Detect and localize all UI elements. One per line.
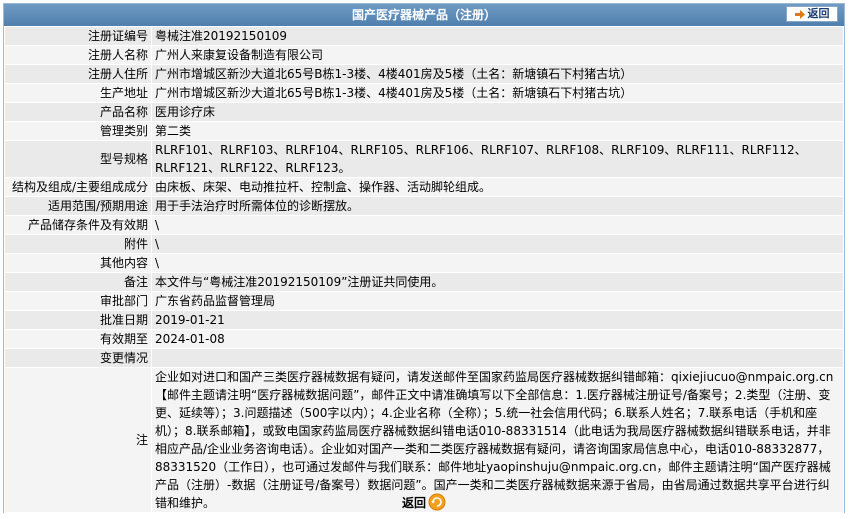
table-row: 有效期至 2024-01-08: [4, 329, 844, 349]
row-value: 广州市增城区新沙大道北65号B栋1-3楼、4楼401房及5楼（土名：新塘镇石下村…: [151, 83, 844, 103]
row-value: 本文件与“粤械注准20192150109”注册证共同使用。: [151, 272, 844, 292]
footer: 返回: [4, 490, 844, 514]
back-button-top-label: 返回: [807, 7, 830, 20]
table-row: 变更情况: [4, 348, 844, 368]
table-row: 结构及组成/主要组成成分 由床板、床架、电动推拉杆、控制盒、操作器、活动脚轮组成。: [4, 177, 844, 197]
page-title: 国产医疗器械产品（注册）: [351, 8, 496, 22]
row-label: 审批部门: [4, 291, 152, 311]
row-value: 粤械注准20192150109: [151, 26, 844, 46]
row-label: 型号规格: [4, 140, 152, 178]
row-value: 由床板、床架、电动推拉杆、控制盒、操作器、活动脚轮组成。: [151, 177, 844, 197]
table-row: 管理类别 第二类: [4, 121, 844, 141]
table-row: 其他内容 \: [4, 253, 844, 273]
table-row: 附件 \: [4, 234, 844, 254]
table-row: 产品名称 医用诊疗床: [4, 102, 844, 122]
panel-header: 国产医疗器械产品（注册） 返回: [4, 4, 844, 26]
row-label: 结构及组成/主要组成成分: [4, 177, 152, 197]
row-label: 产品名称: [4, 102, 152, 122]
row-value: 广州人来康复设备制造有限公司: [151, 45, 844, 65]
row-label: 管理类别: [4, 121, 152, 141]
row-label: 批准日期: [4, 310, 152, 330]
info-table: 注册证编号 粤械注准20192150109 注册人名称 广州人来康复设备制造有限公司…: [4, 26, 844, 513]
row-value: 2024-01-08: [151, 329, 844, 349]
row-value: \: [151, 234, 844, 254]
row-value: 2019-01-21: [151, 310, 844, 330]
row-label: 适用范围/预期用途: [4, 196, 152, 216]
row-value: 广东省药品监督管理局: [151, 291, 844, 311]
row-label: 注册证编号: [4, 26, 152, 46]
table-row: 审批部门 广东省药品监督管理局: [4, 291, 844, 311]
table-row: 产品储存条件及有效期 \: [4, 215, 844, 235]
row-value: 广州市增城区新沙大道北65号B栋1-3楼、4楼401房及5楼（土名：新塘镇石下村…: [151, 64, 844, 84]
table-row: 生产地址 广州市增城区新沙大道北65号B栋1-3楼、4楼401房及5楼（土名：新塘…: [4, 83, 844, 103]
row-value: 医用诊疗床: [151, 102, 844, 122]
table-row: 型号规格 RLRF101、RLRF103、RLRF104、RLRF105、RLRF…: [4, 140, 844, 178]
row-label: 注册人名称: [4, 45, 152, 65]
row-label: 生产地址: [4, 83, 152, 103]
table-row: 批准日期 2019-01-21: [4, 310, 844, 330]
table-row: 注册证编号 粤械注准20192150109: [4, 26, 844, 46]
row-value: RLRF101、RLRF103、RLRF104、RLRF105、RLRF106、…: [151, 140, 844, 178]
back-button-top[interactable]: 返回: [786, 6, 838, 22]
table-row: 注册人名称 广州人来康复设备制造有限公司: [4, 45, 844, 65]
row-value: \: [151, 215, 844, 235]
row-label: 附件: [4, 234, 152, 254]
table-row: 注册人住所 广州市增城区新沙大道北65号B栋1-3楼、4楼401房及5楼（土名：新…: [4, 64, 844, 84]
row-label: 有效期至: [4, 329, 152, 349]
arrow-right-icon: [794, 9, 805, 19]
return-circle-icon: [428, 493, 446, 511]
row-value: [151, 348, 844, 368]
row-label: 产品储存条件及有效期: [4, 215, 152, 235]
row-label: 注册人住所: [4, 64, 152, 84]
record-panel: 国产医疗器械产品（注册） 返回 注册证编号 粤械注准20192150109 注册人…: [3, 3, 845, 513]
back-button-bottom[interactable]: 返回: [402, 493, 446, 511]
row-value: 第二类: [151, 121, 844, 141]
row-label: 变更情况: [4, 348, 152, 368]
row-value: 用于手法治疗时所需体位的诊断摆放。: [151, 196, 844, 216]
back-button-bottom-label: 返回: [401, 495, 426, 510]
row-label: 备注: [4, 272, 152, 292]
table-row: 备注 本文件与“粤械注准20192150109”注册证共同使用。: [4, 272, 844, 292]
row-value: \: [151, 253, 844, 273]
table-row: 适用范围/预期用途 用于手法治疗时所需体位的诊断摆放。: [4, 196, 844, 216]
row-label: 其他内容: [4, 253, 152, 273]
